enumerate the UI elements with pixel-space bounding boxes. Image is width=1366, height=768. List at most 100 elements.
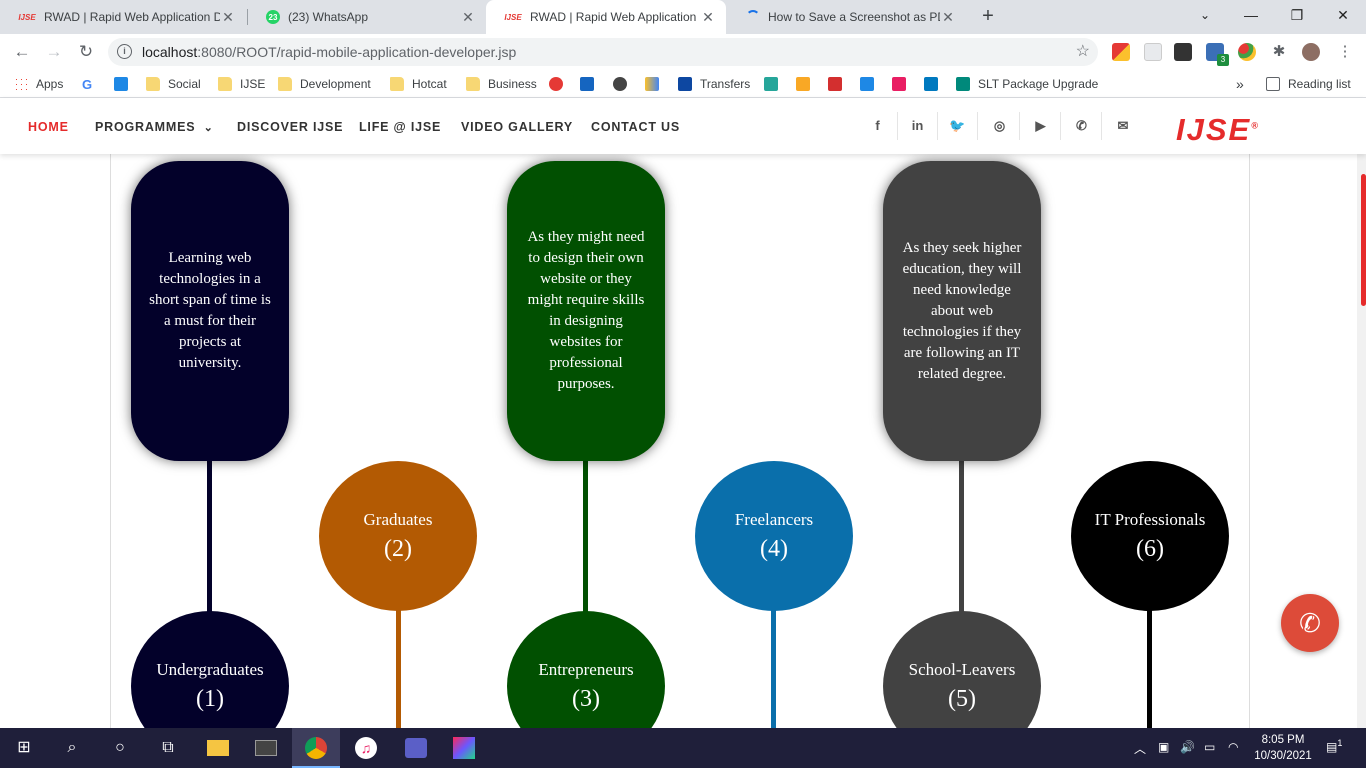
logo-registered-mark: ® [1251,120,1260,131]
call-button[interactable]: ✆ [1281,594,1339,652]
audience-name: Undergraduates [156,659,264,679]
bookmark-extra[interactable] [645,75,667,93]
browser-tab[interactable]: 23 (23) WhatsApp ✕ [248,0,486,34]
bookmark-social[interactable]: Social [146,75,201,93]
system-clock[interactable]: 8:05 PM 10/30/2021 [1248,732,1318,764]
address-bar[interactable]: i localhost:8080/ROOT/rapid-mobile-appli… [108,38,1098,66]
bookmark-extra[interactable] [580,75,602,93]
extension-icon[interactable] [1144,43,1162,61]
back-arrow-icon[interactable]: ← [10,40,34,64]
audience-description-card: As they might need to design their own w… [507,161,665,461]
bookmark-extra[interactable] [613,75,635,93]
bookmark-ijse[interactable]: IJSE [218,75,265,93]
reading-list-button[interactable]: Reading list [1266,75,1351,93]
facebook-icon[interactable]: f [858,112,898,140]
huawei-icon [828,77,842,91]
nav-home[interactable]: HOME [28,120,69,134]
phone-icon[interactable]: ✆ [1062,112,1102,140]
scrollbar-thumb[interactable] [1361,174,1366,306]
windows-start-icon[interactable]: ⊞ [0,728,48,768]
audience-description-card: Learning web technologies in a short spa… [131,161,289,461]
bookmark-extra[interactable] [764,75,786,93]
minimize-button[interactable]: — [1228,0,1274,30]
forward-arrow-icon[interactable]: → [42,40,66,64]
apps-grid-icon [14,77,28,91]
reading-list-icon [1266,77,1280,91]
file-explorer-icon[interactable] [194,728,242,768]
extension-icon[interactable] [1238,43,1256,61]
ijse-logo[interactable]: IJSE® [1176,112,1260,148]
bookmark-development[interactable]: Development [278,75,371,93]
tab-close-icon[interactable]: ✕ [460,9,476,26]
teams-icon[interactable] [392,728,440,768]
extension-icon[interactable] [1112,43,1130,61]
nav-discover-ijse[interactable]: DISCOVER IJSE [237,120,343,134]
browser-toolbar: ← → ↻ i localhost:8080/ROOT/rapid-mobile… [0,34,1366,70]
audience-number: (5) [948,685,976,712]
nav-contact-us[interactable]: CONTACT US [591,120,680,134]
linkedin-icon[interactable]: in [898,112,938,140]
wifi-icon[interactable]: ◠ [1228,740,1238,754]
audience-number: (6) [1136,535,1164,562]
tab-search-icon[interactable]: ⌄ [1182,0,1228,30]
menu-kebab-icon[interactable]: ⋮ [1336,43,1354,61]
site-navbar: HOME PROGRAMMES ⌄ DISCOVER IJSE LIFE @ I… [0,98,1366,154]
audience-number: (3) [572,685,600,712]
browser-tab-active[interactable]: IJSE RWAD | Rapid Web Application D ✕ [486,0,726,34]
tab-close-icon[interactable]: ✕ [220,9,236,26]
connector-line [583,454,588,614]
volume-icon[interactable]: 🔊 [1180,740,1195,754]
show-hidden-icons-chevron-icon[interactable]: ︿ [1134,740,1146,757]
restore-button[interactable]: ❐ [1274,0,1320,30]
bookmark-extra[interactable] [828,75,850,93]
browser-tab[interactable]: IJSE RWAD | Rapid Web Application D ✕ [0,0,246,34]
youtube-icon[interactable]: ▶ [1021,112,1061,140]
bookmark-apps[interactable]: Apps [14,75,63,93]
bookmark-google[interactable]: G [82,75,92,93]
new-tab-button[interactable]: + [976,4,1000,28]
ijse-favicon-icon: IJSE [504,12,522,22]
bookmark-extra[interactable] [549,75,571,93]
nav-video-gallery[interactable]: VIDEO GALLERY [461,120,573,134]
network-device-icon[interactable]: ▣ [1158,740,1169,754]
bookmark-extra[interactable] [796,75,818,93]
instagram-icon[interactable]: ◎ [980,112,1020,140]
chrome-taskbar-icon[interactable] [292,728,340,768]
content-frame-left [110,154,111,728]
bookmark-business[interactable]: Business [466,75,537,93]
task-view-icon[interactable]: ⧉ [144,728,192,768]
bookmark-label: Apps [36,77,64,91]
close-window-button[interactable]: ✕ [1320,0,1366,30]
twitter-icon[interactable]: 🐦 [938,112,978,140]
nav-life-at-ijse[interactable]: LIFE @ IJSE [359,120,441,134]
cortana-icon[interactable]: ○ [96,728,144,768]
itunes-icon[interactable]: ♫ [342,728,390,768]
bookmark-extra[interactable] [892,75,914,93]
bookmark-extra[interactable] [860,75,882,93]
intellij-icon[interactable] [440,728,488,768]
bookmark-extra[interactable] [924,75,946,93]
logo-text: IJSE [1176,112,1252,147]
puzzle-icon[interactable]: ✱ [1270,43,1288,61]
reload-icon[interactable]: ↻ [74,40,98,64]
url-text[interactable]: localhost:8080/ROOT/rapid-mobile-applica… [142,44,516,60]
battery-icon[interactable]: ▭ [1204,740,1215,754]
terminal-icon[interactable] [242,728,290,768]
nav-programmes[interactable]: PROGRAMMES ⌄ [95,120,214,134]
browser-tab[interactable]: How to Save a Screenshot as PDF ✕ [728,0,966,34]
bookmarks-overflow-icon[interactable]: » [1236,75,1244,93]
profile-avatar[interactable] [1302,43,1320,61]
tab-close-icon[interactable]: ✕ [940,9,956,26]
site-info-icon[interactable]: i [117,44,132,59]
bookmark-hotcat[interactable]: Hotcat [390,75,447,93]
bookmark-transfers[interactable]: Transfers [678,75,750,93]
notification-center-icon[interactable]: ▤1 [1326,738,1342,754]
selenium-extension-icon[interactable] [1174,43,1192,61]
search-icon[interactable]: ⌕ [48,728,96,768]
tab-close-icon[interactable]: ✕ [700,9,716,26]
bookmark-shop[interactable] [114,75,136,93]
mail-icon[interactable]: ✉ [1103,112,1143,140]
bookmark-star-icon[interactable]: ☆ [1076,41,1090,61]
url-path: :8080/ROOT/rapid-mobile-application-deve… [197,44,517,60]
bookmark-slt[interactable]: SLT Package Upgrade [956,75,1098,93]
